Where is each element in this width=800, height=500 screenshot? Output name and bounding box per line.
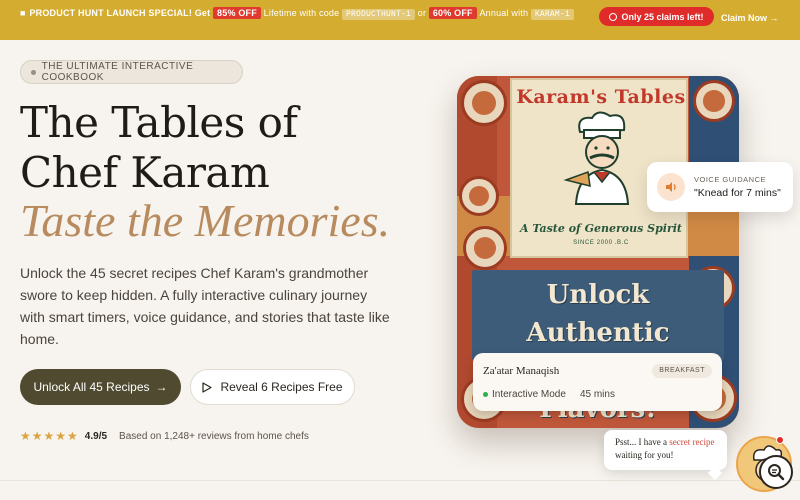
eyebrow-dot-icon [31,69,36,75]
eyebrow-pill: THE ULTIMATE INTERACTIVE COOKBOOK [20,60,243,84]
discount-lifetime-badge: 85% OFF [213,7,261,19]
dish-illustration [693,80,735,122]
chat-suffix: waiting for you! [615,450,674,460]
poster-subtitle: A Taste of Generous Spirit [519,222,683,235]
tag-icon: ■ [20,8,26,18]
unlock-headline-line-1: Unlock Authentic [526,280,670,348]
speaker-icon [657,173,685,201]
recipe-mode: Interactive Mode [492,389,566,400]
claims-left-badge: Only 25 claims left! [599,7,714,26]
claims-left-text: Only 25 claims left! [621,11,704,22]
dish-illustration [459,176,499,216]
page-title-line-1: The Tables of [20,98,298,147]
section-divider [0,480,800,500]
chat-prefix: Psst... I have a [615,437,667,447]
promo-code-2[interactable]: KARAM-1 [530,9,574,20]
promo-mid-1: Lifetime with code [263,8,340,18]
discount-annual-badge: 60% OFF [428,7,477,19]
poster-since: SINCE 2000 .B.C [573,240,629,246]
page-title: The Tables of Chef Karam [20,98,298,198]
star-rating-icon: ★★★★★ [20,429,79,443]
notification-dot [776,436,784,444]
arrow-right-icon: → [155,380,168,394]
promo-or: or [417,8,427,18]
page-title-line-2: Chef Karam [20,148,270,197]
rating-score: 4.9/5 [84,430,108,442]
chat-accent: secret recipe [669,437,715,447]
voice-guidance-label: VOICE GUIDANCE [694,175,767,184]
poster-title: Karam's Tables [516,86,686,108]
status-dot-icon [483,392,488,397]
dish-illustration [461,80,507,126]
claim-now-link[interactable]: Claim Now → [721,13,779,23]
tagline: Taste the Memories. [20,195,391,246]
promo-text: PRODUCT HUNT LAUNCH SPECIAL! Get 85% OFF… [29,7,589,21]
promo-mid-2: Annual with [479,8,529,18]
promo-lead: PRODUCT HUNT LAUNCH SPECIAL! Get [29,8,211,18]
eyebrow-text: THE ULTIMATE INTERACTIVE COOKBOOK [41,61,194,83]
play-icon [202,381,213,393]
promo-code-1[interactable]: PRODUCTHUNT-1 [342,9,416,20]
featured-recipe-card[interactable]: Za'atar Manaqish BREAKFAST Interactive M… [473,353,722,411]
unlock-all-recipes-button[interactable]: Unlock All 45 Recipes → [20,369,181,405]
reviews-count: Based on 1,248+ reviews from home chefs [119,430,309,442]
recipe-category-badge: BREAKFAST [652,364,712,378]
search-chat-icon [768,464,785,481]
chat-launcher-button[interactable] [759,455,793,489]
recipe-time: 45 mins [579,389,615,400]
recipe-name: Za'atar Manaqish [483,365,560,377]
reveal-free-recipes-button[interactable]: Reveal 6 Recipes Free [190,369,355,405]
recipe-meta: Interactive Mode 45 mins [483,389,615,400]
reveal-free-recipes-label: Reveal 6 Recipes Free [220,380,343,394]
voice-guidance-chip: VOICE GUIDANCE "Knead for 7 mins" [647,162,793,212]
voice-guidance-value: "Knead for 7 mins" [694,187,781,199]
clock-icon [609,12,618,21]
chef-illustration-icon [563,111,630,205]
hero-description: Unlock the 45 secret recipes Chef Karam'… [20,265,390,347]
chat-teaser-bubble[interactable]: Psst... I have a secret recipe waiting f… [604,430,727,470]
dish-illustration [463,226,507,270]
unlock-all-recipes-label: Unlock All 45 Recipes [33,380,150,394]
cookbook-cover-card: Karam's Tables A Taste of Generous Spiri… [457,76,739,428]
rating-row: ★★★★★ 4.9/5 Based on 1,248+ reviews from… [20,429,309,443]
